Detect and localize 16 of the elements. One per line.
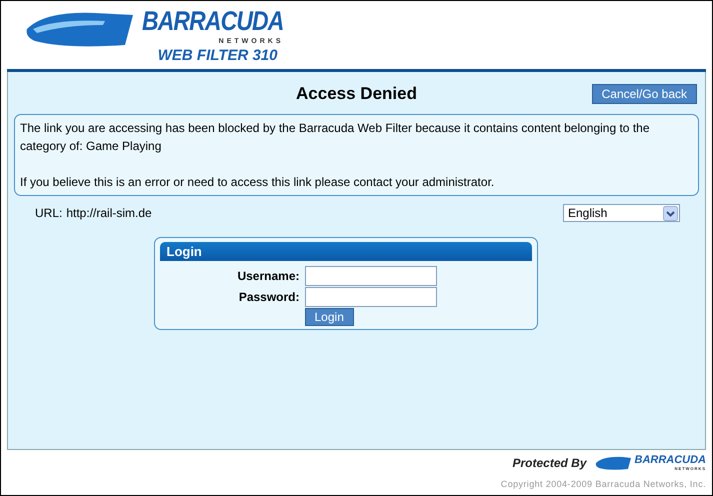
url-text: http://rail-sim.de (66, 206, 153, 220)
login-button[interactable]: Login (304, 308, 354, 326)
login-header: Login (160, 242, 532, 261)
protected-by-text: Protected By (512, 456, 586, 470)
cancel-button[interactable]: Cancel/Go back (592, 84, 697, 104)
product-name: WEB FILTER 310 (158, 46, 278, 66)
page-title: Access Denied (296, 84, 417, 104)
brand-name: BARRACUDA (142, 5, 284, 37)
language-dropdown[interactable]: English (563, 204, 680, 222)
url-label: URL: (35, 206, 62, 220)
message-text: The link you are accessing has been blocked by the Barracuda Web Filter because it contains content belonging to the category of: Game Playing (20, 120, 650, 155)
copyright-text: Copyright 2004-2009 Barracuda Networks, Inc. (500, 479, 706, 489)
password-label: Password: (238, 290, 300, 304)
username-label: Username: (236, 269, 300, 283)
brand-name: BARRACUDA (634, 454, 706, 466)
message-text: If you believe this is an error or need to access this link please contact your administrator. (20, 174, 496, 191)
